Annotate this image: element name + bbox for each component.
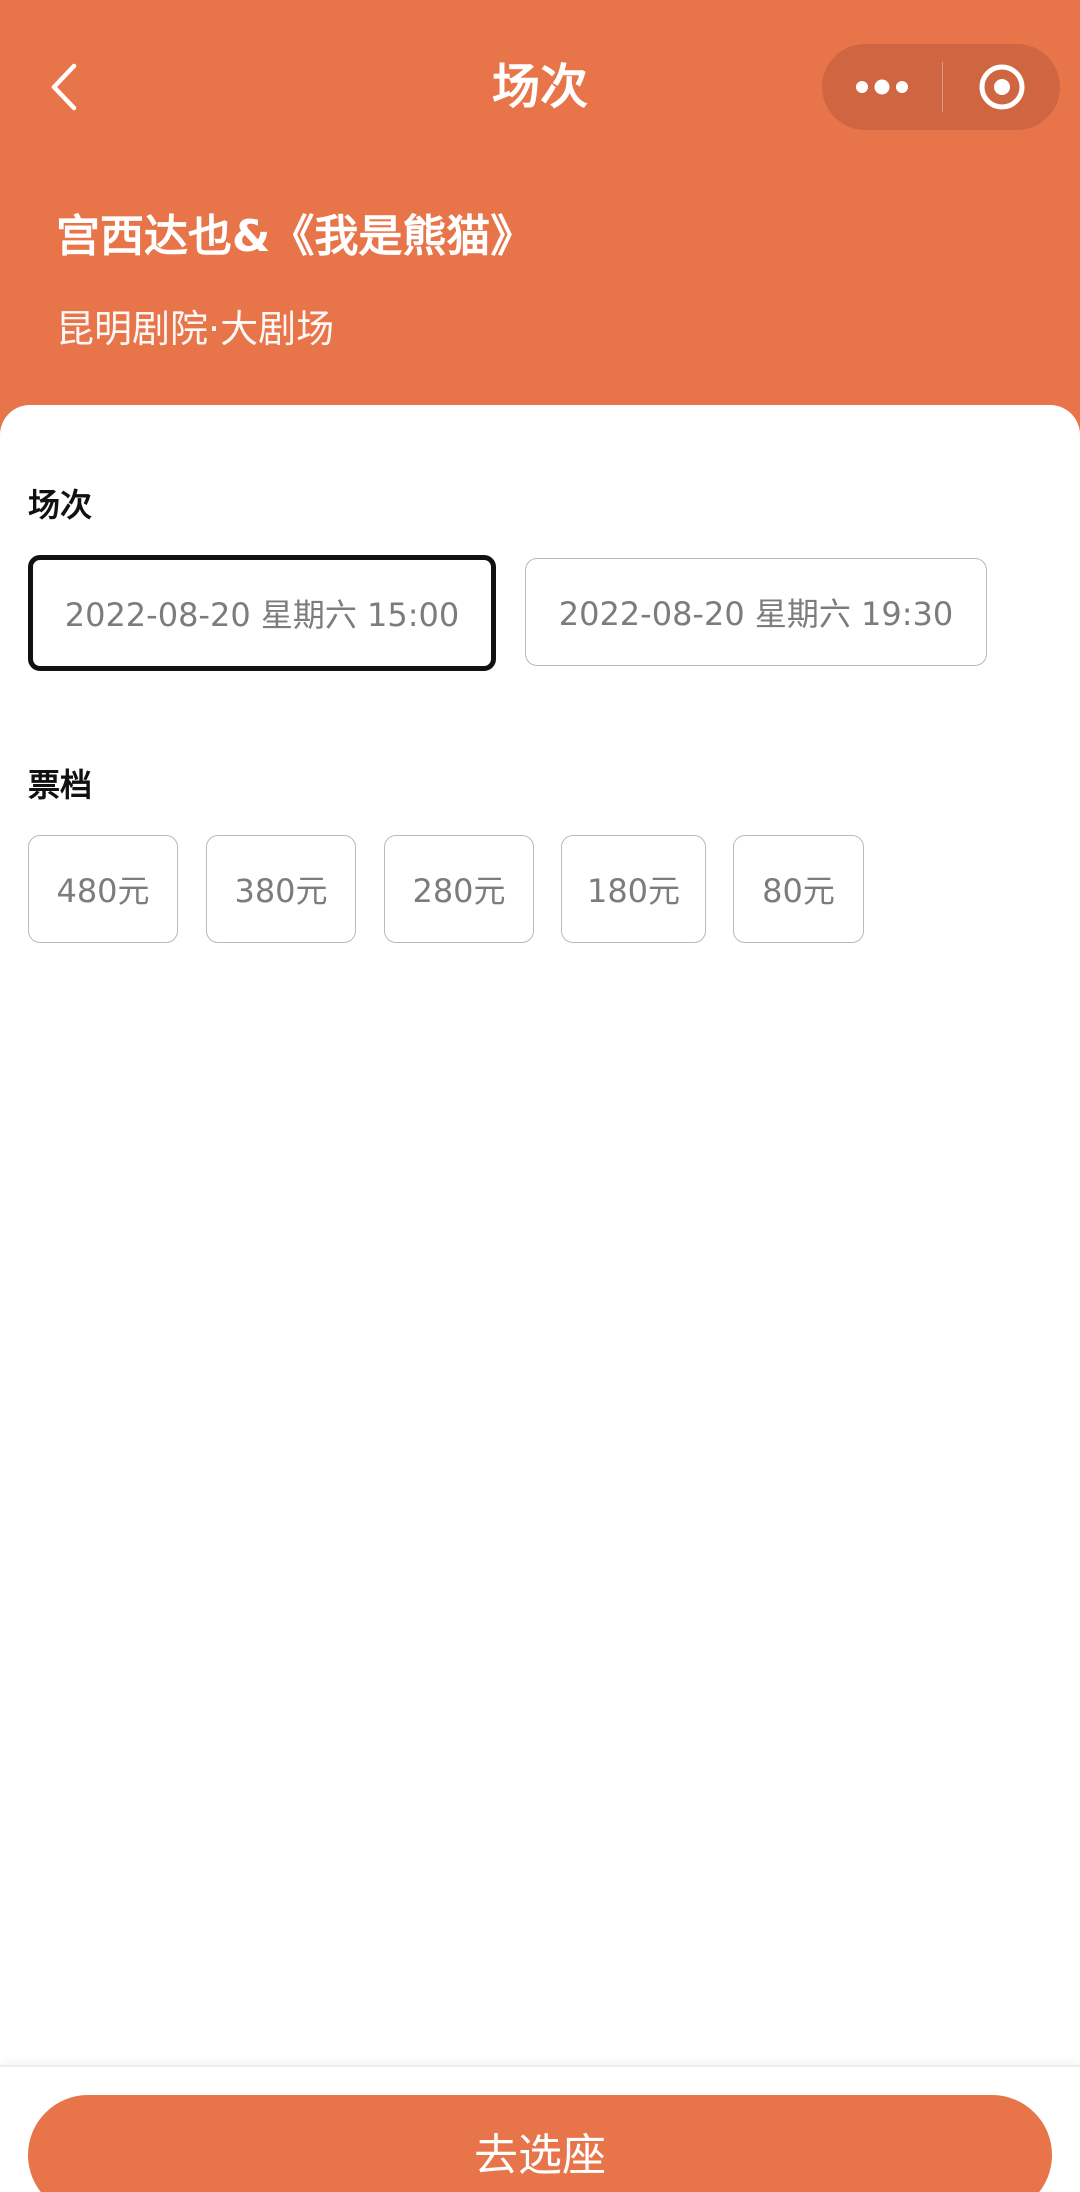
selection-card: 场次 2022-08-20 星期六 15:00 2022-08-20 星期六 1…	[0, 405, 1080, 2065]
more-button[interactable]	[822, 44, 942, 130]
mini-program-capsule	[822, 44, 1060, 130]
venue-name: 昆明剧院·大剧场	[56, 307, 335, 351]
session-section-label: 场次	[28, 486, 93, 524]
bottom-action-bar: 去选座	[0, 2065, 1080, 2192]
price-option[interactable]: 380元	[206, 835, 356, 943]
price-option[interactable]: 80元	[733, 835, 864, 943]
close-mini-program-button[interactable]	[943, 44, 1060, 130]
price-option[interactable]: 180元	[561, 835, 706, 943]
price-option[interactable]: 280元	[384, 835, 534, 943]
session-option[interactable]: 2022-08-20 星期六 15:00	[28, 555, 496, 671]
select-seat-button[interactable]: 去选座	[28, 2095, 1052, 2192]
price-section-label: 票档	[28, 766, 93, 804]
more-dots-icon	[856, 79, 908, 95]
price-option[interactable]: 480元	[28, 835, 178, 943]
session-option[interactable]: 2022-08-20 星期六 19:30	[525, 558, 987, 666]
header: 场次 宫西达也&《我是熊猫》 昆明剧院·大剧场	[0, 0, 1080, 440]
show-title: 宫西达也&《我是熊猫》	[56, 211, 535, 262]
target-circle-icon	[979, 64, 1024, 110]
